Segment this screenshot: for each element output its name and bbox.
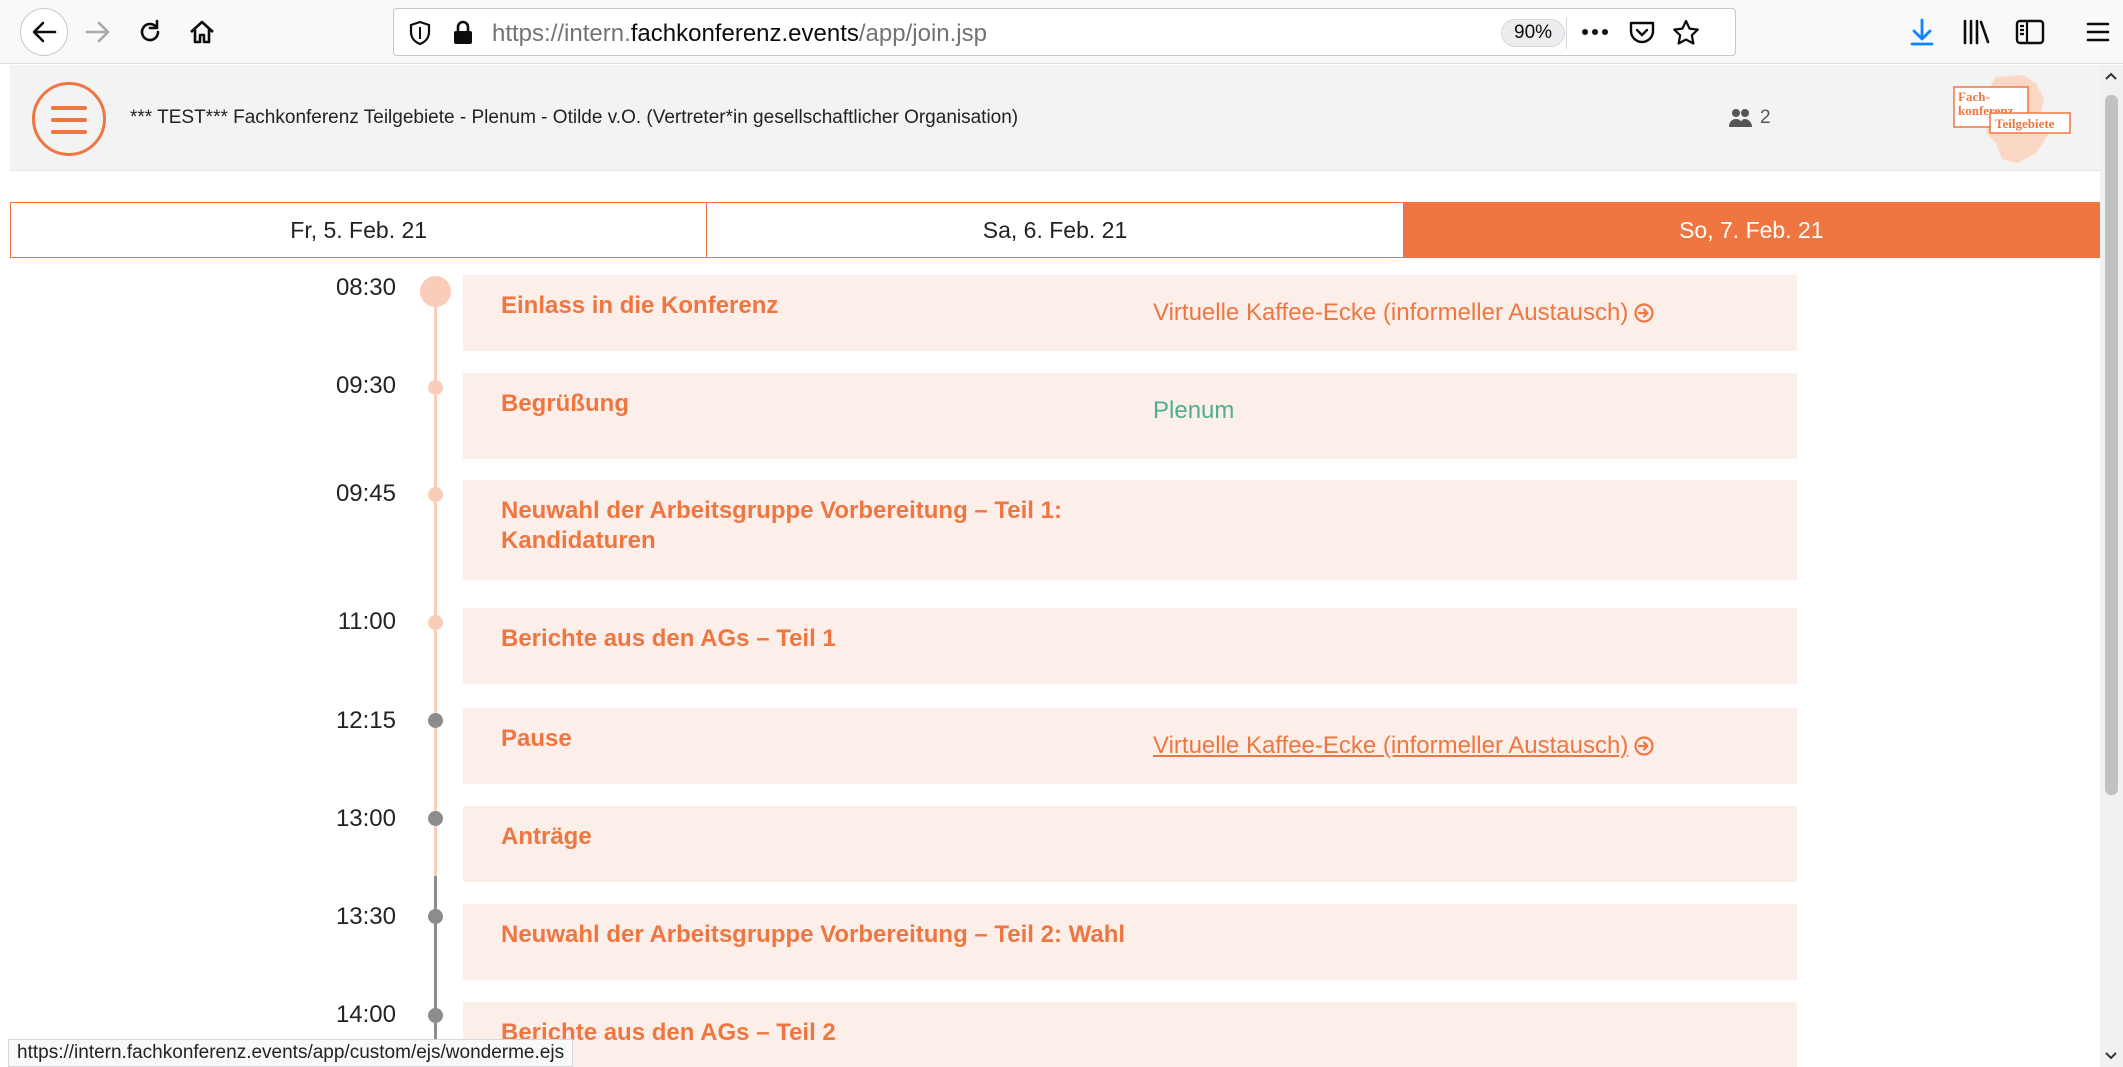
event-room-label: Virtuelle Kaffee-Ecke (informeller Austa… bbox=[1153, 299, 1629, 326]
lock-icon[interactable] bbox=[452, 20, 474, 51]
home-button[interactable] bbox=[180, 10, 224, 54]
online-users[interactable]: 2 bbox=[1728, 107, 1771, 129]
forward-button[interactable] bbox=[76, 10, 120, 54]
event-title[interactable]: Berichte aus den AGs – Teil 2 bbox=[501, 1018, 1101, 1048]
url-path: /app/join.jsp bbox=[858, 20, 987, 47]
downloads-button[interactable] bbox=[1904, 14, 1940, 50]
event-card[interactable]: Berichte aus den AGs – Teil 1 bbox=[463, 608, 1797, 684]
event-card[interactable]: Einlass in die Konferenz Virtuelle Kaffe… bbox=[463, 275, 1797, 351]
event-room-link[interactable]: Virtuelle Kaffee-Ecke (informeller Austa… bbox=[1153, 299, 1654, 327]
event-title[interactable]: Berichte aus den AGs – Teil 1 bbox=[501, 624, 1101, 654]
page-title: *** TEST*** Fachkonferenz Teilgebiete - … bbox=[130, 107, 1019, 128]
url-domain: fachkonferenz.events bbox=[630, 20, 859, 47]
menu-icon bbox=[2086, 22, 2110, 42]
users-icon bbox=[1729, 109, 1752, 127]
library-icon bbox=[1963, 19, 1990, 45]
timeline-dot bbox=[428, 713, 443, 728]
event-time: 13:00 bbox=[335, 805, 396, 832]
agenda-timeline: 08:30 Einlass in die Konferenz Virtuelle… bbox=[10, 258, 2100, 1067]
event-time: 13:30 bbox=[335, 903, 396, 930]
tab-day-1[interactable]: Fr, 5. Feb. 21 bbox=[10, 202, 708, 258]
url-divider bbox=[1566, 17, 1567, 49]
page-content: *** TEST*** Fachkonferenz Teilgebiete - … bbox=[10, 65, 2100, 1067]
tab-day-3[interactable]: So, 7. Feb. 21 bbox=[1403, 202, 2100, 258]
event-card[interactable]: Pause Virtuelle Kaffee-Ecke (informeller… bbox=[463, 708, 1797, 784]
app-header: *** TEST*** Fachkonferenz Teilgebiete - … bbox=[10, 65, 2100, 171]
event-card[interactable]: Neuwahl der Arbeitsgruppe Vorbereitung –… bbox=[463, 904, 1797, 980]
event-time: 14:00 bbox=[335, 1001, 396, 1028]
event-time: 08:30 bbox=[335, 274, 396, 301]
zoom-level-badge[interactable]: 90% bbox=[1501, 19, 1566, 47]
event-title[interactable]: Neuwahl der Arbeitsgruppe Vorbereitung –… bbox=[501, 496, 1101, 556]
event-title[interactable]: Pause bbox=[501, 724, 1101, 754]
app-menu-button[interactable] bbox=[2080, 14, 2116, 50]
scrollbar-thumb[interactable] bbox=[2105, 95, 2118, 795]
hamburger-menu-button[interactable] bbox=[32, 82, 106, 156]
browser-toolbar: https://intern.fachkonferenz.events/app/… bbox=[0, 0, 2123, 64]
url-prefix: https://intern. bbox=[492, 20, 631, 47]
reload-button[interactable] bbox=[128, 10, 172, 54]
scroll-up-icon[interactable] bbox=[2104, 71, 2118, 81]
url-bar[interactable]: https://intern.fachkonferenz.events/app/… bbox=[393, 8, 1736, 56]
back-button[interactable] bbox=[20, 8, 68, 56]
event-title[interactable]: Einlass in die Konferenz bbox=[501, 291, 1101, 321]
event-time: 11:00 bbox=[337, 608, 396, 635]
users-count-label: 2 bbox=[1760, 107, 1771, 128]
fachkonferenz-logo: Fach- konferenz Teilgebiete bbox=[1953, 75, 2071, 163]
shield-icon[interactable] bbox=[408, 20, 432, 51]
event-title[interactable]: Anträge bbox=[501, 822, 1101, 852]
arrow-right-icon bbox=[85, 21, 110, 43]
arrow-circle-right-icon bbox=[1634, 303, 1654, 323]
svg-text:Fach-: Fach- bbox=[1958, 89, 1990, 104]
timeline-dot bbox=[428, 1008, 443, 1023]
event-room-link[interactable]: Virtuelle Kaffee-Ecke (informeller Austa… bbox=[1153, 732, 1654, 760]
tab-day-2[interactable]: Sa, 6. Feb. 21 bbox=[707, 202, 1404, 258]
event-time: 12:15 bbox=[335, 707, 396, 734]
reload-icon bbox=[140, 19, 160, 42]
event-room-label: Virtuelle Kaffee-Ecke (informeller Austa… bbox=[1153, 732, 1629, 759]
scroll-down-icon[interactable] bbox=[2104, 1051, 2118, 1061]
page-scrollbar[interactable] bbox=[2100, 65, 2123, 1067]
library-button[interactable] bbox=[1958, 14, 1994, 50]
event-room-label: Plenum bbox=[1153, 397, 1235, 424]
timeline-dot bbox=[428, 811, 443, 826]
hamburger-line bbox=[51, 106, 87, 110]
sidebar-toggle-button[interactable] bbox=[2012, 14, 2048, 50]
event-title[interactable]: Begrüßung bbox=[501, 389, 1101, 419]
svg-text:Teilgebiete: Teilgebiete bbox=[1995, 116, 2055, 131]
timeline-dot bbox=[428, 487, 443, 502]
event-title[interactable]: Neuwahl der Arbeitsgruppe Vorbereitung –… bbox=[501, 920, 1401, 950]
hamburger-line bbox=[51, 130, 87, 134]
event-time: 09:45 bbox=[335, 480, 396, 507]
arrow-circle-right-icon bbox=[1634, 736, 1654, 756]
download-arrow-icon bbox=[1910, 18, 1934, 46]
link-status-bar: https://intern.fachkonferenz.events/app/… bbox=[8, 1039, 574, 1067]
hamburger-line bbox=[51, 118, 87, 122]
event-card[interactable]: Anträge bbox=[463, 806, 1797, 882]
event-card[interactable]: Berichte aus den AGs – Teil 2 bbox=[463, 1002, 1797, 1067]
timeline-dot-current bbox=[420, 276, 451, 307]
pocket-icon[interactable] bbox=[1628, 19, 1656, 50]
timeline-dot bbox=[428, 615, 443, 630]
home-icon bbox=[190, 20, 214, 44]
url-text[interactable]: https://intern.fachkonferenz.events/app/… bbox=[492, 20, 987, 48]
event-time: 09:30 bbox=[335, 372, 396, 399]
more-actions-icon[interactable] bbox=[1580, 19, 1610, 50]
bookmark-star-icon[interactable] bbox=[1672, 19, 1700, 52]
day-tabs: Fr, 5. Feb. 21 Sa, 6. Feb. 21 So, 7. Feb… bbox=[10, 202, 2100, 258]
sidebar-icon bbox=[2015, 19, 2045, 45]
event-card[interactable]: Begrüßung Plenum bbox=[463, 373, 1797, 459]
timeline-dot bbox=[428, 909, 443, 924]
timeline-dot bbox=[428, 380, 443, 395]
arrow-left-icon bbox=[32, 21, 57, 43]
event-card[interactable]: Neuwahl der Arbeitsgruppe Vorbereitung –… bbox=[463, 480, 1797, 580]
